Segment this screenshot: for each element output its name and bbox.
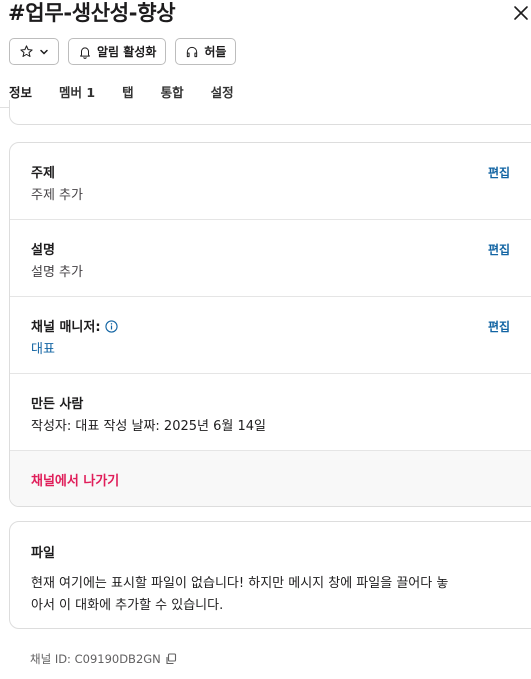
bell-icon [78, 45, 92, 59]
managers-edit-link[interactable]: 편집 [488, 318, 510, 335]
star-dropdown-button[interactable] [9, 38, 59, 65]
leave-section: 채널에서 나가기 [10, 451, 531, 506]
channel-id-row: 채널 ID: C09190DB2GN [30, 651, 177, 668]
enable-notifications-button[interactable]: 알림 활성화 [68, 38, 167, 65]
description-section: 설명 설명 추가 편집 [10, 220, 531, 297]
topic-value: 주제 추가 [31, 188, 83, 203]
notifications-label: 알림 활성화 [97, 45, 157, 59]
channel-title: #업무-생산성-향상 [8, 1, 176, 25]
topic-section: 주제 주제 추가 편집 [10, 143, 531, 220]
managers-section: 채널 매니저: 대표 편집 [10, 297, 531, 374]
created-value: 작성자: 대표 작성 날짜: 2025년 6월 14일 [31, 419, 266, 434]
info-icon[interactable] [104, 320, 118, 337]
topic-title: 주제 [31, 166, 55, 181]
about-card: 주제 주제 추가 편집 설명 설명 추가 편집 채널 매니저: 대표 편집 만든… [9, 142, 531, 507]
files-title: 파일 [31, 546, 55, 561]
channel-toolbar: 알림 활성화 허들 [9, 38, 237, 65]
description-edit-link[interactable]: 편집 [488, 241, 510, 258]
description-value: 설명 추가 [31, 265, 83, 280]
star-icon [19, 44, 34, 59]
created-title: 만든 사람 [31, 397, 84, 412]
topic-edit-link[interactable]: 편집 [488, 164, 510, 181]
previous-card-bottom [9, 100, 531, 125]
created-section: 만든 사람 작성자: 대표 작성 날짜: 2025년 6월 14일 [10, 374, 531, 451]
managers-title: 채널 매니저: [31, 320, 101, 335]
huddle-label: 허들 [204, 45, 227, 59]
managers-title-row: 채널 매니저: [31, 316, 118, 337]
chevron-down-icon [39, 47, 49, 57]
huddle-button[interactable]: 허들 [175, 38, 237, 65]
files-message-line1: 현재 여기에는 표시할 파일이 없습니다! 하지만 메시지 창에 파일을 끌어다… [31, 576, 449, 591]
manager-link[interactable]: 대표 [31, 338, 55, 357]
headphones-icon [185, 45, 199, 59]
files-message-line2: 아서 이 대화에 추가할 수 있습니다. [31, 598, 224, 613]
leave-channel-button[interactable]: 채널에서 나가기 [31, 470, 119, 489]
description-title: 설명 [31, 243, 55, 258]
files-card: 파일 현재 여기에는 표시할 파일이 없습니다! 하지만 메시지 창에 파일을 … [9, 521, 531, 629]
channel-id: 채널 ID: C09190DB2GN [30, 652, 161, 666]
close-icon[interactable] [512, 4, 530, 22]
copy-icon[interactable] [165, 653, 177, 668]
